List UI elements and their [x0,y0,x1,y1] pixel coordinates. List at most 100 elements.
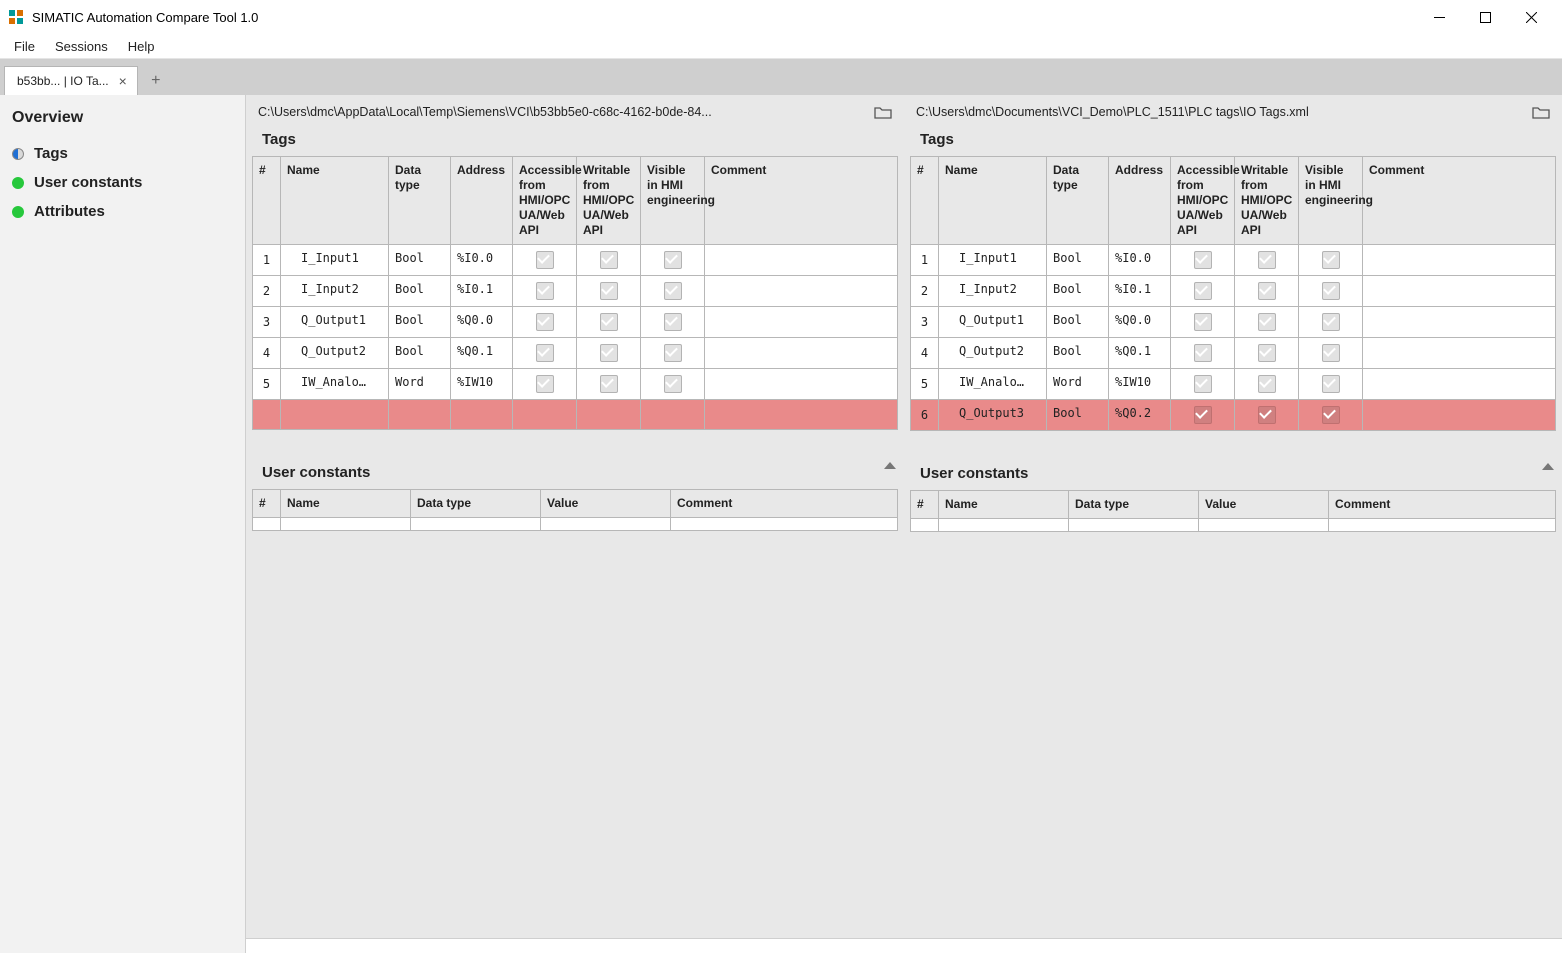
checkbox-icon [1322,344,1340,362]
col-comment[interactable]: Comment [705,157,898,245]
cell-name: Q_Output3 [939,400,1047,431]
checkbox-icon [664,375,682,393]
col-type[interactable]: Data type [389,157,451,245]
right-uc-table[interactable]: # Name Data type Value Comment [910,490,1556,532]
checkbox-icon [1322,375,1340,393]
col-writable[interactable]: Writable from HMI/OPC UA/Web API [577,157,641,245]
right-tags-table[interactable]: # Name Data type Address Accessible from… [910,156,1556,431]
session-tab[interactable]: b53bb... | IO Ta... × [4,66,138,95]
cell-value [541,518,671,531]
checkbox-icon [664,313,682,331]
sidebar-item-attributes[interactable]: Attributes [8,197,237,226]
cell-type: Bool [389,338,451,369]
col-name[interactable]: Name [939,157,1047,245]
cell-comment [705,276,898,307]
cell-name: I_Input1 [939,245,1047,276]
sidebar-item-user-constants[interactable]: User constants [8,168,237,197]
checkbox-icon [1194,375,1212,393]
table-row[interactable]: 5IW_Analo…Word%IW10 [253,369,898,400]
col-type[interactable]: Data type [411,490,541,518]
cell-comment [1363,400,1556,431]
col-visible[interactable]: Visible in HMI engineering [1299,157,1363,245]
cell-addr: %Q0.0 [1109,307,1171,338]
maximize-button[interactable] [1462,1,1508,33]
col-accessible[interactable]: Accessible from HMI/OPC UA/Web API [1171,157,1235,245]
table-row[interactable]: 1I_Input1Bool%I0.0 [253,245,898,276]
col-value[interactable]: Value [1199,491,1329,519]
checkbox-icon [1194,406,1212,424]
menu-help[interactable]: Help [118,37,165,56]
minimize-button[interactable] [1416,1,1462,33]
col-type[interactable]: Data type [1047,157,1109,245]
table-row[interactable]: 1I_Input1Bool%I0.0 [911,245,1556,276]
sidebar-item-label: Tags [34,145,68,162]
menu-file[interactable]: File [4,37,45,56]
tabstrip: b53bb... | IO Ta... × + [0,59,1562,95]
cell-visible [1299,245,1363,276]
cell-writable [1235,307,1299,338]
cell-visible [641,307,705,338]
table-row[interactable]: 4Q_Output2Bool%Q0.1 [253,338,898,369]
col-num[interactable]: # [253,157,281,245]
cell-addr: %I0.1 [451,276,513,307]
checkbox-icon [1258,251,1276,269]
cell-visible [641,245,705,276]
left-tags-table[interactable]: # Name Data type Address Accessible from… [252,156,898,430]
tab-add-button[interactable]: + [142,67,170,95]
col-num[interactable]: # [911,491,939,519]
table-row[interactable]: 3Q_Output1Bool%Q0.0 [911,307,1556,338]
col-comment[interactable]: Comment [1329,491,1556,519]
col-addr[interactable]: Address [451,157,513,245]
col-type[interactable]: Data type [1069,491,1199,519]
close-button[interactable] [1508,1,1554,33]
table-row[interactable]: 6Q_Output3Bool%Q0.2 [911,400,1556,431]
col-name[interactable]: Name [281,157,389,245]
status-equal-icon [12,177,24,189]
cell-addr: %Q0.0 [451,307,513,338]
open-folder-icon[interactable] [1532,105,1550,119]
col-num[interactable]: # [911,157,939,245]
left-uc-table[interactable]: # Name Data type Value Comment [252,489,898,531]
col-accessible[interactable]: Accessible from HMI/OPC UA/Web API [513,157,577,245]
col-visible[interactable]: Visible in HMI engineering [641,157,705,245]
cell-type: Bool [389,307,451,338]
checkbox-icon [1258,313,1276,331]
footer-tabs[interactable] [246,938,1562,953]
tab-close-icon[interactable]: × [119,73,127,89]
table-row[interactable]: 3Q_Output1Bool%Q0.0 [253,307,898,338]
open-folder-icon[interactable] [874,105,892,119]
table-row[interactable]: 5IW_Analo…Word%IW10 [911,369,1556,400]
cell-comment [1363,369,1556,400]
col-comment[interactable]: Comment [1363,157,1556,245]
menubar: File Sessions Help [0,34,1562,59]
cell-accessible [513,276,577,307]
col-addr[interactable]: Address [1109,157,1171,245]
table-row-empty-diff[interactable] [253,400,898,430]
right-uc-title: User constants [910,461,1556,490]
expand-up-icon[interactable] [1542,463,1554,470]
expand-up-icon[interactable] [884,462,896,469]
cell-num [253,518,281,531]
cell-accessible [1171,400,1235,431]
checkbox-icon [1258,406,1276,424]
session-tab-label: b53bb... | IO Ta... [17,74,109,88]
table-row[interactable]: 2I_Input2Bool%I0.1 [253,276,898,307]
col-writable[interactable]: Writable from HMI/OPC UA/Web API [1235,157,1299,245]
table-row[interactable]: 2I_Input2Bool%I0.1 [911,276,1556,307]
col-name[interactable]: Name [939,491,1069,519]
col-name[interactable]: Name [281,490,411,518]
table-row[interactable]: 4Q_Output2Bool%Q0.1 [911,338,1556,369]
cell-accessible [1171,245,1235,276]
col-value[interactable]: Value [541,490,671,518]
cell-writable [577,307,641,338]
table-row[interactable] [253,518,898,531]
sidebar-item-tags[interactable]: Tags [8,139,237,168]
cell-num: 2 [911,276,939,307]
cell-addr: %Q0.2 [1109,400,1171,431]
menu-sessions[interactable]: Sessions [45,37,118,56]
checkbox-icon [1322,313,1340,331]
col-comment[interactable]: Comment [671,490,898,518]
checkbox-icon [600,251,618,269]
col-num[interactable]: # [253,490,281,518]
table-row[interactable] [911,519,1556,532]
